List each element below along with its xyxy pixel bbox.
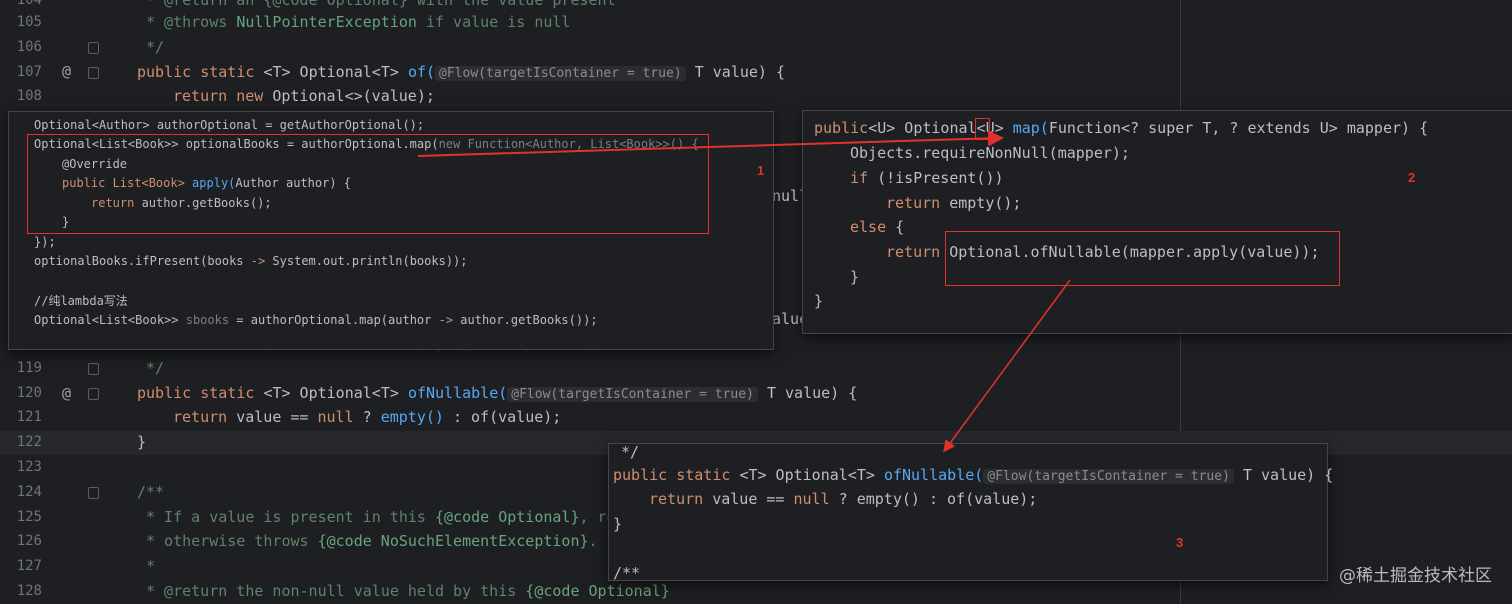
code-line: return value == null ? empty() : of(valu…: [173, 408, 562, 426]
code-line: }: [613, 515, 623, 533]
code-line: return new Optional<>(value);: [173, 87, 435, 105]
fold-icon[interactable]: [88, 42, 99, 54]
annotation-box-1: [27, 134, 709, 234]
code-line: Optional<Author> authorOptional = getAut…: [34, 118, 425, 132]
line-number: 124: [16, 484, 42, 500]
implements-icon[interactable]: @: [62, 384, 71, 402]
code-line: }: [814, 292, 824, 310]
fold-icon[interactable]: [88, 67, 99, 79]
line-number: 128: [16, 583, 42, 599]
code-line: * @throws NullPointerException if value …: [146, 13, 571, 31]
code-line: * If a value is present in this {@code O…: [146, 508, 616, 526]
code-line: */: [146, 359, 165, 377]
fold-icon[interactable]: [88, 363, 99, 375]
code-line: public static <T> Optional<T> of(@Flow(t…: [137, 63, 786, 81]
code-line: return value == null ? empty() : of(valu…: [649, 490, 1038, 508]
line-number: 107: [16, 64, 42, 80]
code-line: public<U> Optional<U> map(Function<? sup…: [814, 119, 1429, 137]
line-number: 106: [16, 39, 42, 55]
watermark-text: @稀土掘金技术社区: [1339, 566, 1492, 586]
line-number: 126: [16, 533, 42, 549]
code-line: }: [137, 433, 147, 451]
implements-icon[interactable]: @: [62, 62, 71, 80]
annotation-number: 2: [1408, 170, 1416, 185]
code-line: /**: [613, 564, 641, 582]
code-line: Optional<List<Book>> sbooks = authorOpti…: [34, 313, 598, 327]
line-number: 108: [16, 88, 42, 104]
parameter-hint: @Flow(targetIsContainer = true): [983, 469, 1234, 484]
line-number: 105: [16, 14, 42, 30]
code-line: * otherwise throws {@code NoSuchElementE…: [146, 532, 598, 550]
code-comment: //纯lambda写法: [34, 294, 128, 308]
code-line: }: [850, 268, 860, 286]
annotation-box-generic: [975, 118, 990, 140]
fold-icon[interactable]: [88, 487, 99, 499]
code-line: public static <T> Optional<T> ofNullable…: [613, 466, 1334, 484]
line-number: 123: [16, 459, 42, 475]
line-number: 119: [16, 360, 42, 376]
parameter-hint: @Flow(targetIsContainer = true): [507, 387, 758, 402]
annotation-number: 1: [757, 163, 765, 178]
code-line: */: [621, 443, 640, 461]
annotation-number: 3: [1176, 535, 1184, 550]
code-line: *: [146, 557, 156, 575]
code-line: */: [146, 38, 165, 56]
code-line: return empty();: [886, 194, 1022, 212]
code-line: optionalBooks.ifPresent(books -> System.…: [34, 254, 468, 268]
line-number: 121: [16, 409, 42, 425]
code-line: * @return the non-null value held by thi…: [146, 582, 670, 600]
fold-icon[interactable]: [88, 388, 99, 400]
code-line: public static <T> Optional<T> ofNullable…: [137, 384, 858, 402]
line-number: 127: [16, 558, 42, 574]
code-line: else {: [850, 218, 905, 236]
snippet-popup-map: public<U> Optional<U> map(Function<? sup…: [802, 110, 1512, 334]
annotation-box-2: [945, 231, 1340, 286]
code-line: if (!isPresent()): [850, 169, 1004, 187]
code-line: /**: [137, 483, 165, 501]
line-number: 122: [16, 434, 42, 450]
code-line: Objects.requireNonNull(mapper);: [850, 144, 1130, 162]
line-number: 125: [16, 509, 42, 525]
line-number: 120: [16, 385, 42, 401]
parameter-hint: @Flow(targetIsContainer = true): [435, 66, 686, 81]
code-line: });: [34, 235, 56, 249]
snippet-popup-ofnullable: */ public static <T> Optional<T> ofNulla…: [608, 443, 1333, 582]
